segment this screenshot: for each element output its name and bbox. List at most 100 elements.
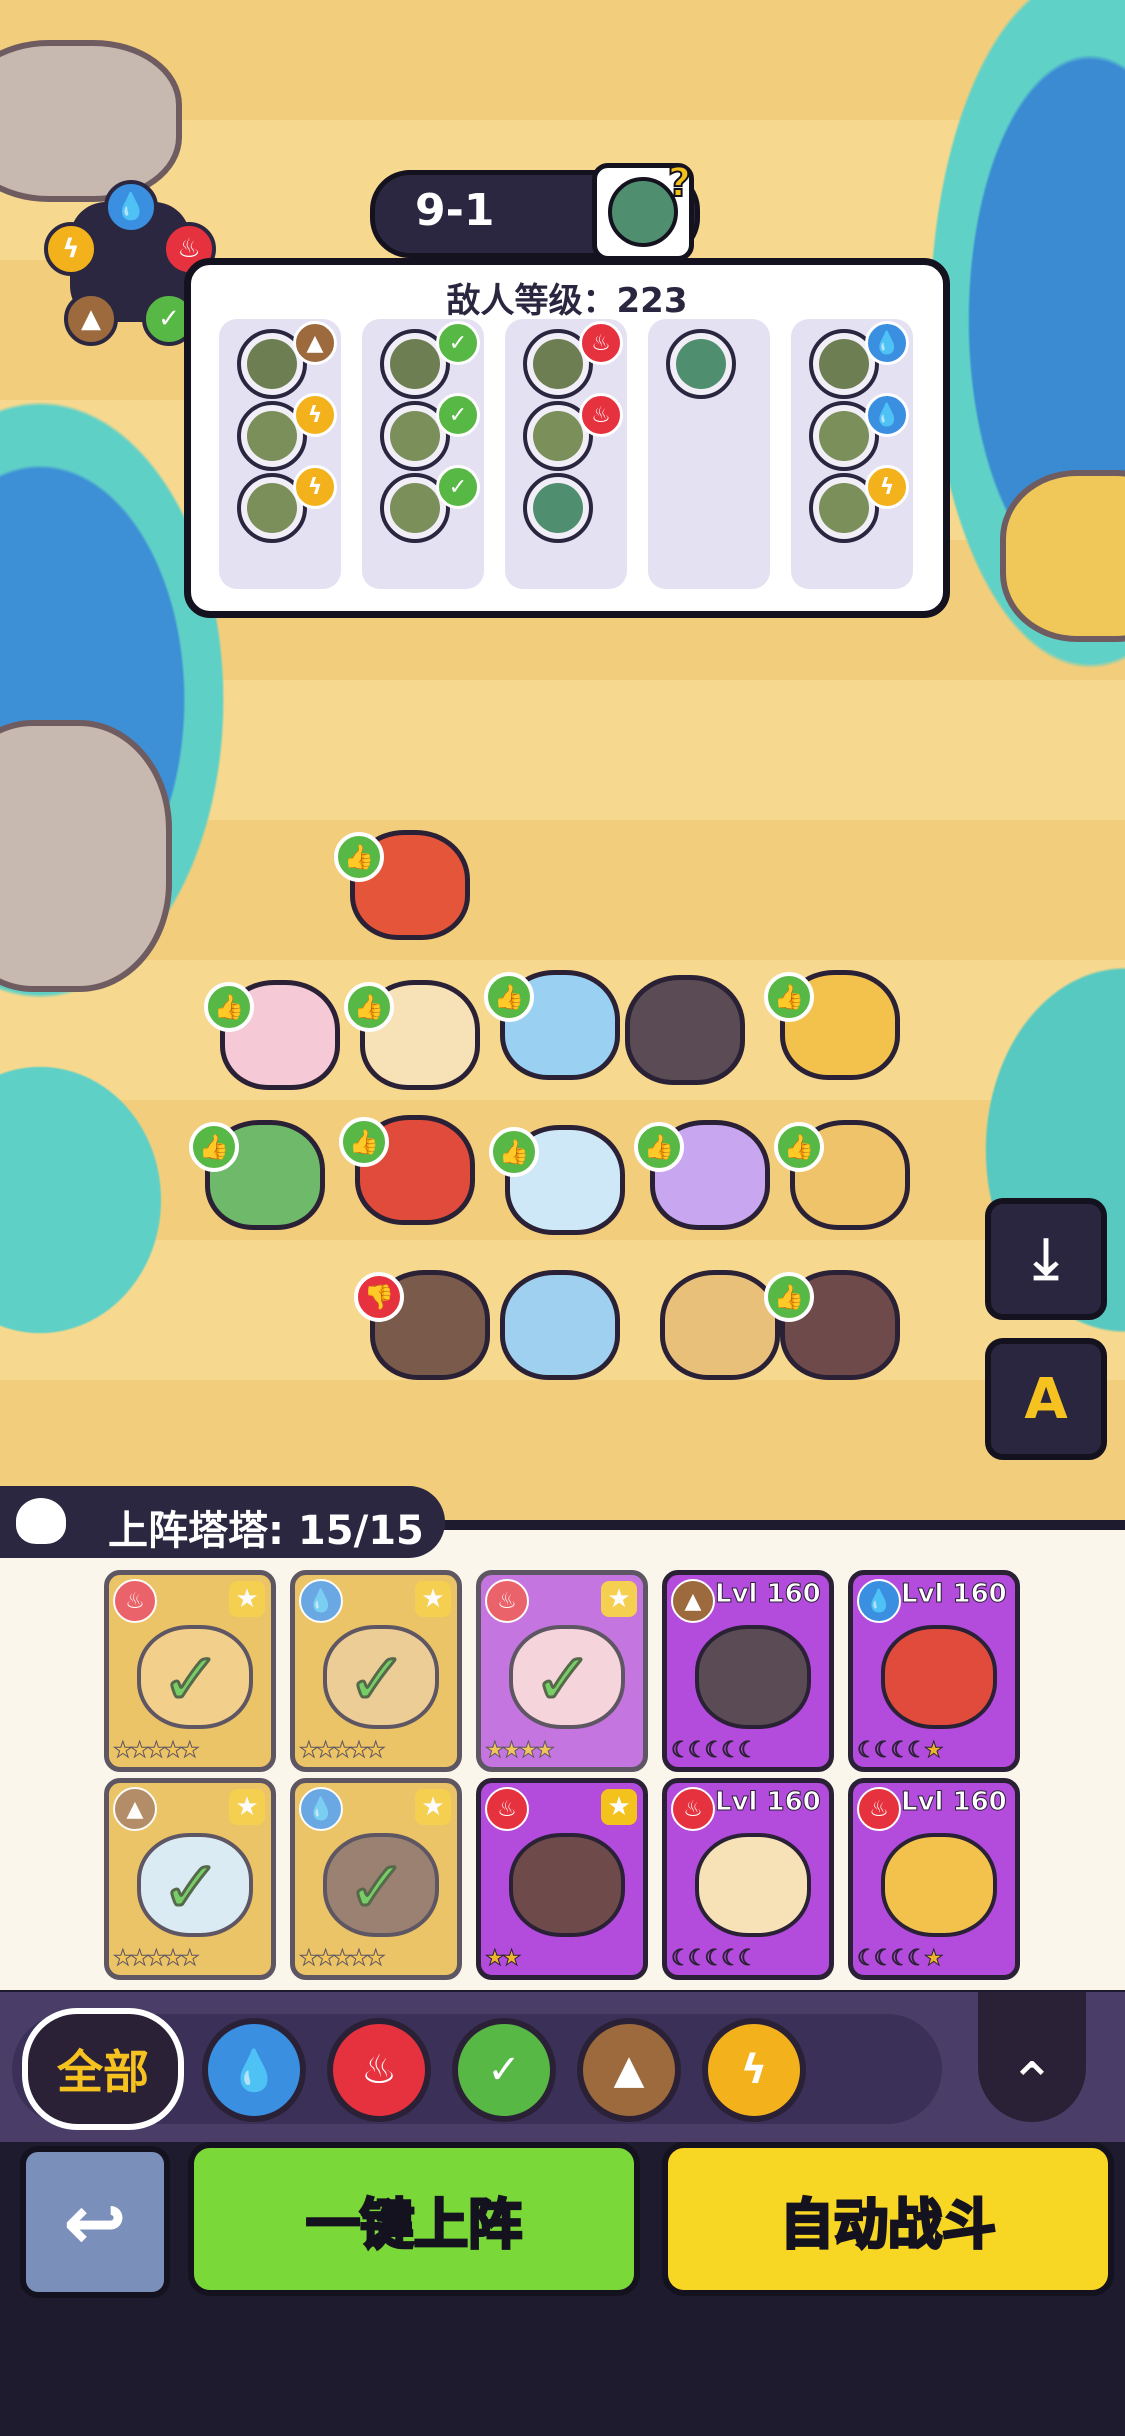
rock-decoration (0, 720, 172, 992)
pet-card[interactable]: ♨ Lvl 160 ☾☾☾☾☾ (662, 1778, 834, 1980)
enemy-column: ✓ ✓ ✓ (362, 319, 484, 589)
favorite-star-icon: ★ (229, 1789, 265, 1825)
cat-avatar-icon (16, 1498, 66, 1544)
download-button[interactable]: ⤓ (985, 1198, 1107, 1320)
filter-grass-button[interactable]: ✓ (452, 2018, 556, 2122)
card-rank-stars: ★★★★★ (113, 1946, 201, 1972)
pet-card[interactable]: 💧 ★ ✓ ★★★★★ (290, 1570, 462, 1772)
roster-title: 上阵塔塔: 15/15 (108, 1508, 424, 1554)
grass-icon: ✓ (436, 465, 480, 509)
thumbs-up-icon: 👍 (339, 1117, 389, 1167)
pet-unit[interactable] (500, 1270, 620, 1380)
earth-icon: ▲ (64, 292, 118, 346)
back-button[interactable]: ↩ (20, 2146, 170, 2298)
filter-earth-button[interactable]: ▲ (577, 2018, 681, 2122)
water-icon: 💧 (104, 180, 158, 234)
thumbs-up-icon: 👍 (344, 982, 394, 1032)
enemy-level-title: 敌人等级：223 (446, 281, 688, 321)
water-icon: 💧 (857, 1579, 901, 1623)
auto-settings-button[interactable]: A (985, 1338, 1107, 1460)
pet-card[interactable]: 💧 ★ ✓ ★★★★★ (290, 1778, 462, 1980)
thumbs-up-icon: 👍 (334, 832, 384, 882)
filter-all-button[interactable]: 全部 (22, 2008, 184, 2130)
grass-icon: ✓ (487, 2047, 521, 2093)
pet-card[interactable]: ▲ ★ ✓ ★★★★★ (104, 1778, 276, 1980)
fire-icon: ♨ (485, 1787, 529, 1831)
thumbs-up-icon: 👍 (189, 1122, 239, 1172)
thumbs-up-icon: 👍 (634, 1122, 684, 1172)
card-rank-stars: ☾☾☾☾☾ (671, 1946, 759, 1972)
water-icon: 💧 (865, 321, 909, 365)
auto-settings-icon: A (1024, 1366, 1068, 1432)
back-arrow-icon: ↩ (63, 2177, 127, 2267)
roster-count-tab: 上阵塔塔: 15/15 (0, 1486, 445, 1558)
pet-card[interactable]: ♨ ★ ✓ ★★★★ (476, 1570, 648, 1772)
favorite-star-icon: ★ (229, 1581, 265, 1617)
card-level: Lvl 160 (715, 1579, 822, 1610)
thumbs-up-icon: 👍 (484, 972, 534, 1022)
pet-portrait (509, 1833, 625, 1937)
battle-field: 💧 ♨ ✓ ▲ ϟ 9-1 ? 敌人等级：223 ▲ ϟ ϟ ✓ ✓ ✓ ♨ ♨ 💧 💧 ϟ 👍 👍 👍… (0, 0, 1125, 1520)
favorite-star-icon: ★ (601, 1581, 637, 1617)
pet-unit[interactable] (660, 1270, 780, 1380)
check-icon: ✓ (531, 1636, 594, 1723)
pet-card[interactable]: ♨ Lvl 160 ☾☾☾☾★ (848, 1778, 1020, 1980)
check-icon: ✓ (159, 1636, 222, 1723)
enemy-column: 💧 💧 ϟ (791, 319, 913, 589)
rock-decoration (0, 40, 182, 202)
filter-water-button[interactable]: 💧 (202, 2018, 306, 2122)
enemy-portrait (523, 473, 593, 543)
lightning-icon: ϟ (44, 222, 98, 276)
pet-card[interactable]: ♨ ★ ✓ ★★★★★ (104, 1570, 276, 1772)
roster-panel: ♨ ★ ✓ ★★★★★ 💧 ★ ✓ ★★★★★ ♨ ★ ✓ ★★★★ ▲ Lvl 160 ☾☾☾☾☾ 💧 Lvl… (0, 1530, 1125, 1990)
check-icon: ✓ (345, 1844, 408, 1931)
enemy-panel: 敌人等级：223 ▲ ϟ ϟ ✓ ✓ ✓ ♨ ♨ 💧 💧 ϟ (184, 258, 950, 618)
water-icon: 💧 (299, 1787, 343, 1831)
enemy-portrait (666, 329, 736, 399)
dislike-icon: 👎 (354, 1272, 404, 1322)
water-icon: 💧 (299, 1579, 343, 1623)
fire-icon: ♨ (361, 2047, 397, 2093)
auto-battle-button[interactable]: 自动战斗 (662, 2142, 1114, 2296)
pet-portrait (881, 1625, 997, 1729)
fire-icon: ♨ (485, 1579, 529, 1623)
stage-number: 9-1 (415, 185, 495, 236)
filter-fire-button[interactable]: ♨ (327, 2018, 431, 2122)
card-rank-stars: ★★★★★ (299, 1738, 387, 1764)
grass-icon: ✓ (436, 393, 480, 437)
pet-portrait (695, 1833, 811, 1937)
card-rank-stars: ☾☾☾☾☾ (671, 1738, 759, 1764)
earth-icon: ▲ (293, 321, 337, 365)
card-level: Lvl 160 (715, 1787, 822, 1818)
earth-icon: ▲ (671, 1579, 715, 1623)
lightning-icon: ϟ (293, 393, 337, 437)
pet-portrait (695, 1625, 811, 1729)
lightning-icon: ϟ (740, 2047, 768, 2093)
card-rank-stars: ★★★★★ (299, 1946, 387, 1972)
pet-card[interactable]: ▲ Lvl 160 ☾☾☾☾☾ (662, 1570, 834, 1772)
card-level: Lvl 160 (901, 1579, 1008, 1610)
fire-icon: ♨ (857, 1787, 901, 1831)
thumbs-up-icon: 👍 (489, 1127, 539, 1177)
enemy-column: ▲ ϟ ϟ (219, 319, 341, 589)
card-rank-stars: ☾☾☾☾★ (857, 1738, 945, 1764)
pet-card[interactable]: ♨ ★ ★★ (476, 1778, 648, 1980)
download-icon: ⤓ (1033, 1226, 1059, 1291)
favorite-star-icon: ★ (415, 1789, 451, 1825)
enemy-column (648, 319, 770, 589)
thumbs-up-icon: 👍 (764, 972, 814, 1022)
thumbs-up-icon: 👍 (764, 1272, 814, 1322)
check-icon: ✓ (345, 1636, 408, 1723)
pet-card[interactable]: 💧 Lvl 160 ☾☾☾☾★ (848, 1570, 1020, 1772)
fire-icon: ♨ (579, 321, 623, 365)
boss-preview-icon[interactable]: ? (592, 159, 694, 261)
one-click-deploy-button[interactable]: 一键上阵 (188, 2142, 640, 2296)
filter-lightning-button[interactable]: ϟ (702, 2018, 806, 2122)
fire-icon: ♨ (671, 1787, 715, 1831)
collapse-button[interactable]: ⌃ (978, 1992, 1086, 2122)
water-icon: 💧 (865, 393, 909, 437)
rock-decoration (1000, 470, 1125, 642)
card-level: Lvl 160 (901, 1787, 1008, 1818)
lightning-icon: ϟ (293, 465, 337, 509)
pet-unit[interactable] (625, 975, 745, 1085)
